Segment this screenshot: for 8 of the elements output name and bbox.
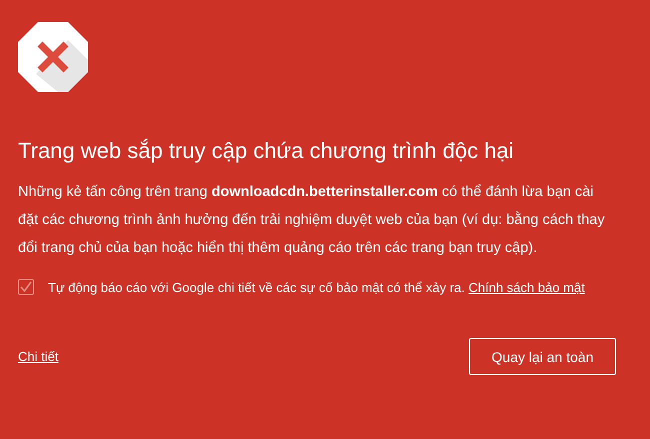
error-icon [18, 22, 88, 92]
warning-title: Trang web sắp truy cập chứa chương trình độc hại [18, 137, 515, 165]
checkbox[interactable] [18, 279, 34, 295]
back-button[interactable]: Quay lại an toàn [469, 338, 616, 375]
warning-message: Những kẻ tấn công trên trang downloadcdn.betterinstaller.com có thể đánh lừa bạn cài đặt các chương trình ảnh hưởng đến trải nghiệm duyệt web của bạn (ví dụ: bằng cách thay đổi trang chủ của bạn hoặc hiển thị thêm quảng cáo trên các trang bạn truy cập). [18, 183, 606, 258]
report-text: Tự động báo cáo với Google chi tiết về các sự cố bảo mật có thể xảy ra. Chính sách bảo mật [48, 280, 585, 294]
privacy-link[interactable]: Chính sách bảo mật [468, 280, 585, 294]
details-link[interactable]: Chi tiết [18, 349, 58, 364]
